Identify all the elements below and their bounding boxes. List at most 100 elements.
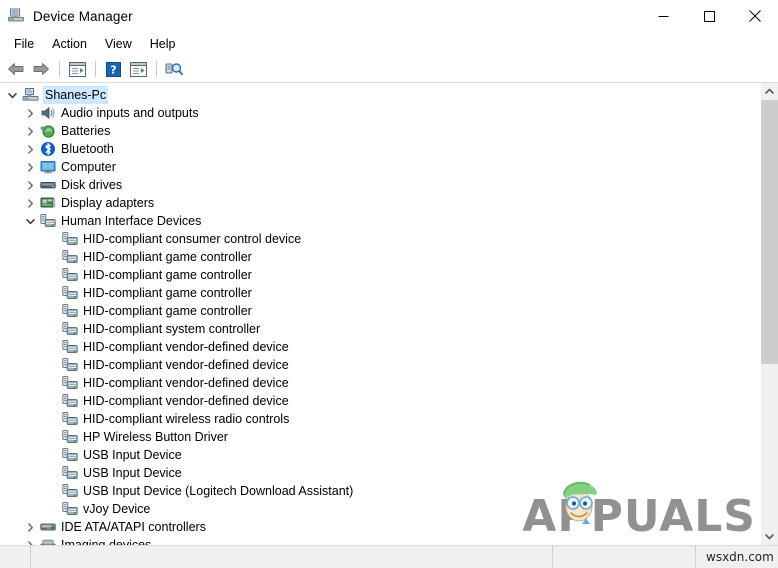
tree-row[interactable]: USB Input Device bbox=[0, 446, 760, 464]
tree-row-label: HID-compliant vendor-defined device bbox=[83, 394, 289, 408]
chevron-down-icon[interactable] bbox=[4, 86, 20, 104]
device-manager-window: Device Manager File Action View Help ? S… bbox=[0, 0, 778, 568]
tree-row-label: HID-compliant wireless radio controls bbox=[83, 412, 290, 426]
tree-row[interactable]: IDE ATA/ATAPI controllers bbox=[0, 518, 760, 536]
chevron-right-icon[interactable] bbox=[22, 140, 38, 158]
status-cell-left bbox=[0, 546, 30, 568]
tree-row-label: HID-compliant game controller bbox=[83, 286, 252, 300]
tree-row-label: HID-compliant game controller bbox=[83, 268, 252, 282]
hid-icon bbox=[60, 428, 80, 446]
tree-row-label: Shanes-Pc bbox=[43, 86, 109, 104]
status-right-text: wsxdn.com bbox=[706, 550, 774, 564]
tree-row[interactable]: HID-compliant vendor-defined device bbox=[0, 338, 760, 356]
close-button[interactable] bbox=[732, 0, 778, 32]
tree-row[interactable]: Computer bbox=[0, 158, 760, 176]
tree-row[interactable]: Disk drives bbox=[0, 176, 760, 194]
forward-button[interactable] bbox=[29, 58, 53, 80]
properties-button[interactable] bbox=[65, 58, 89, 80]
tree-row-label: Human Interface Devices bbox=[61, 214, 202, 228]
menu-action[interactable]: Action bbox=[43, 34, 96, 54]
chevron-right-icon[interactable] bbox=[22, 104, 38, 122]
monitor-icon bbox=[38, 158, 58, 176]
tree-row-label: USB Input Device bbox=[83, 448, 182, 462]
scroll-down-button[interactable] bbox=[761, 528, 778, 545]
tree-row[interactable]: Bluetooth bbox=[0, 140, 760, 158]
tree-row-label: HP Wireless Button Driver bbox=[83, 430, 228, 444]
hid-icon bbox=[60, 482, 80, 500]
hid-icon bbox=[60, 356, 80, 374]
tree-row[interactable]: Display adapters bbox=[0, 194, 760, 212]
main-content: Shanes-Pc Audio inputs and outputs Batteri… bbox=[0, 83, 778, 545]
tree-row[interactable]: Imaging devices bbox=[0, 536, 760, 545]
tree-row[interactable]: Audio inputs and outputs bbox=[0, 104, 760, 122]
tree-row[interactable]: Human Interface Devices bbox=[0, 212, 760, 230]
computer-tower-icon bbox=[20, 86, 40, 104]
hid-icon bbox=[60, 410, 80, 428]
device-tree[interactable]: Shanes-Pc Audio inputs and outputs Batteri… bbox=[0, 83, 760, 545]
tree-row-label: HID-compliant vendor-defined device bbox=[83, 376, 289, 390]
tree-row[interactable]: HID-compliant consumer control device bbox=[0, 230, 760, 248]
tree-row-label: HID-compliant game controller bbox=[83, 304, 252, 318]
tree-row-label: Imaging devices bbox=[61, 538, 152, 545]
tree-row-label: Display adapters bbox=[61, 196, 155, 210]
tree-row[interactable]: Batteries bbox=[0, 122, 760, 140]
toolbar-separator bbox=[156, 61, 157, 77]
chevron-down-icon[interactable] bbox=[22, 212, 38, 230]
display-adapter-icon bbox=[38, 194, 58, 212]
minimize-button[interactable] bbox=[640, 0, 686, 32]
tree-row[interactable]: HID-compliant vendor-defined device bbox=[0, 392, 760, 410]
tree-row[interactable]: USB Input Device bbox=[0, 464, 760, 482]
tree-row[interactable]: vJoy Device bbox=[0, 500, 760, 518]
tree-row-label: Disk drives bbox=[61, 178, 123, 192]
hid-icon bbox=[60, 374, 80, 392]
menu-help[interactable]: Help bbox=[141, 34, 185, 54]
menu-file[interactable]: File bbox=[5, 34, 43, 54]
back-button[interactable] bbox=[4, 58, 28, 80]
chevron-right-icon[interactable] bbox=[22, 122, 38, 140]
svg-text:?: ? bbox=[110, 63, 116, 76]
tree-row-label: HID-compliant system controller bbox=[83, 322, 261, 336]
chevron-right-icon[interactable] bbox=[22, 176, 38, 194]
menu-view[interactable]: View bbox=[96, 34, 141, 54]
toolbar-separator bbox=[59, 61, 60, 77]
maximize-button[interactable] bbox=[686, 0, 732, 32]
chevron-right-icon[interactable] bbox=[22, 518, 38, 536]
scroll-up-button[interactable] bbox=[761, 83, 778, 100]
tree-row-label: HID-compliant vendor-defined device bbox=[83, 340, 289, 354]
tree-row[interactable]: USB Input Device (Logitech Download Assi… bbox=[0, 482, 760, 500]
device-manager-icon bbox=[7, 7, 25, 25]
chevron-right-icon[interactable] bbox=[22, 536, 38, 545]
tree-row[interactable]: HID-compliant game controller bbox=[0, 266, 760, 284]
chevron-right-icon[interactable] bbox=[22, 158, 38, 176]
scrollbar-thumb[interactable] bbox=[761, 100, 778, 364]
tree-row-label: Computer bbox=[61, 160, 116, 174]
tree-row-label: Batteries bbox=[61, 124, 111, 138]
status-cell-right: wsxdn.com bbox=[696, 546, 778, 568]
tree-row-label: USB Input Device (Logitech Download Assi… bbox=[83, 484, 354, 498]
battery-icon bbox=[38, 122, 58, 140]
show-hidden-devices-button[interactable] bbox=[126, 58, 150, 80]
vertical-scrollbar[interactable] bbox=[760, 83, 778, 545]
tree-row[interactable]: HID-compliant wireless radio controls bbox=[0, 410, 760, 428]
tree-row-label: Audio inputs and outputs bbox=[61, 106, 199, 120]
hid-icon bbox=[60, 302, 80, 320]
help-button[interactable]: ? bbox=[101, 58, 125, 80]
toolbar: ? bbox=[0, 56, 778, 83]
tree-row[interactable]: HID-compliant system controller bbox=[0, 320, 760, 338]
tree-row-label: IDE ATA/ATAPI controllers bbox=[61, 520, 206, 534]
scan-for-hardware-changes-button[interactable] bbox=[162, 58, 186, 80]
tree-row[interactable]: HID-compliant game controller bbox=[0, 302, 760, 320]
tree-row-label: HID-compliant consumer control device bbox=[83, 232, 302, 246]
tree-row[interactable]: Shanes-Pc bbox=[0, 86, 760, 104]
speaker-icon bbox=[38, 104, 58, 122]
disk-drive-icon bbox=[38, 176, 58, 194]
status-cell-main bbox=[31, 546, 552, 568]
tree-row[interactable]: HID-compliant vendor-defined device bbox=[0, 374, 760, 392]
tree-row[interactable]: HP Wireless Button Driver bbox=[0, 428, 760, 446]
tree-row[interactable]: HID-compliant game controller bbox=[0, 284, 760, 302]
tree-row[interactable]: HID-compliant vendor-defined device bbox=[0, 356, 760, 374]
chevron-right-icon[interactable] bbox=[22, 194, 38, 212]
tree-row[interactable]: HID-compliant game controller bbox=[0, 248, 760, 266]
hid-icon bbox=[60, 266, 80, 284]
hid-icon bbox=[60, 284, 80, 302]
